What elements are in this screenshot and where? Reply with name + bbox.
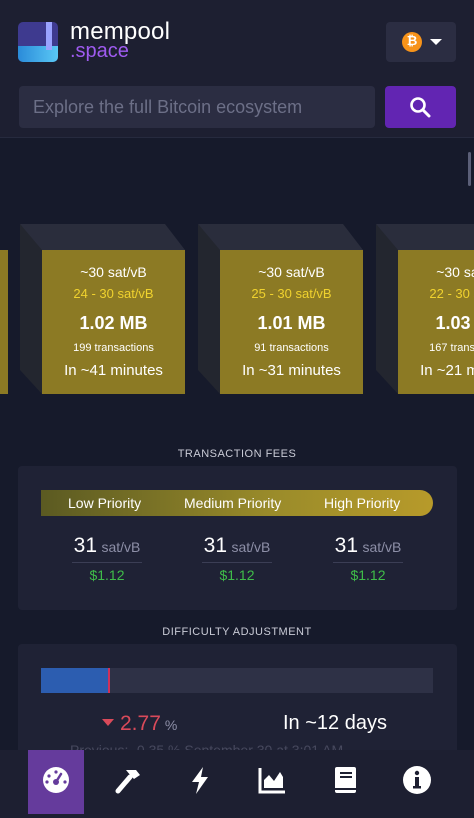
logo-text-space: .space xyxy=(70,40,129,62)
hammer-icon xyxy=(115,770,140,794)
fee-rate: 31 xyxy=(203,534,227,557)
mempool-logo-icon xyxy=(18,22,58,62)
fee-priority-bar: Low Priority Medium Priority High Priori… xyxy=(41,490,433,516)
block-transaction-count: 199 transactions xyxy=(73,342,154,354)
block-median-fee: ~30 sat/vB xyxy=(436,264,474,280)
fee-usd: $1.12 xyxy=(219,567,255,583)
nav-lightning[interactable] xyxy=(172,750,228,814)
site-header: mempool .space ₿ xyxy=(0,0,474,138)
block-eta: In ~21 minutes xyxy=(420,362,474,379)
mempool-block[interactable]: ~30 sat/vB 22 - 30 sat/vB 1.03 MB 167 tr… xyxy=(376,224,474,394)
block-size: 1.03 MB xyxy=(435,313,474,333)
info-icon xyxy=(403,766,431,794)
block-fee-range: 25 - 30 sat/vB xyxy=(251,286,332,301)
block-eta: In ~41 minutes xyxy=(64,362,163,379)
search-icon xyxy=(410,97,431,118)
nav-graphs[interactable] xyxy=(244,750,300,814)
arrow-down-icon xyxy=(102,719,114,726)
docs-icon xyxy=(335,767,356,793)
difficulty-eta: In ~12 days xyxy=(283,712,387,734)
block-fee-range: 24 - 30 sat/vB xyxy=(73,286,154,301)
difficulty-progress-fill xyxy=(41,668,108,693)
low-priority-fee: 31 sat/vB $1.12 xyxy=(42,534,172,583)
fee-usd: $1.12 xyxy=(89,567,125,583)
mempool-block[interactable]: ~30 sat/vB 25 - 30 sat/vB 1.01 MB 91 tra… xyxy=(198,224,363,394)
fee-rate: 31 xyxy=(334,534,358,557)
network-selector[interactable]: ₿ xyxy=(386,22,456,62)
transaction-fees-title: TRANSACTION FEES xyxy=(177,448,297,460)
high-priority-fee: 31 sat/vB $1.12 xyxy=(303,534,433,583)
difficulty-change: 2.77% xyxy=(102,712,177,736)
block-fee-range: 22 - 30 sat/vB xyxy=(429,286,474,301)
nav-about[interactable] xyxy=(389,750,445,814)
scrollbar-thumb[interactable] xyxy=(468,152,471,186)
chevron-down-icon xyxy=(430,39,442,45)
block-median-fee: ~30 sat/vB xyxy=(80,264,147,280)
block-eta: In ~31 minutes xyxy=(242,362,341,379)
block-size: 1.02 MB xyxy=(79,313,148,333)
search-input[interactable] xyxy=(19,86,375,128)
difficulty-change-value: 2.77 xyxy=(120,712,161,735)
mempool-block[interactable]: ~30 sat/vB 24 - 30 sat/vB 1.02 MB 199 tr… xyxy=(20,224,185,394)
block-median-fee: ~30 sat/vB xyxy=(258,264,325,280)
previous-block-edge[interactable] xyxy=(0,250,8,394)
fee-unit: sat/vB xyxy=(362,539,402,555)
difficulty-change-unit: % xyxy=(164,717,178,733)
nav-docs[interactable] xyxy=(317,750,373,814)
fee-unit: sat/vB xyxy=(101,539,141,555)
block-transaction-count: 167 transactions xyxy=(429,342,474,354)
lightning-icon xyxy=(192,767,208,794)
mempool-logo[interactable]: mempool .space xyxy=(18,18,238,68)
medium-priority-fee: 31 sat/vB $1.12 xyxy=(172,534,302,583)
difficulty-adjustment-title: DIFFICULTY ADJUSTMENT xyxy=(162,626,312,638)
fee-rate: 31 xyxy=(73,534,97,557)
fee-unit: sat/vB xyxy=(231,539,271,555)
fee-usd: $1.12 xyxy=(350,567,386,583)
difficulty-progress-bar xyxy=(41,668,433,693)
chart-icon xyxy=(258,768,285,794)
nav-dashboard[interactable] xyxy=(28,750,84,814)
bitcoin-icon: ₿ xyxy=(402,32,422,52)
nav-mining[interactable] xyxy=(100,750,156,814)
bottom-navigation xyxy=(0,750,474,818)
high-priority-label: High Priority xyxy=(324,495,401,511)
difficulty-progress-marker xyxy=(108,668,110,693)
medium-priority-label: Medium Priority xyxy=(184,495,282,511)
low-priority-label: Low Priority xyxy=(68,495,142,511)
block-size: 1.01 MB xyxy=(257,313,326,333)
block-transaction-count: 91 transactions xyxy=(254,342,329,354)
search-button[interactable] xyxy=(385,86,456,128)
dashboard-icon xyxy=(43,767,69,793)
